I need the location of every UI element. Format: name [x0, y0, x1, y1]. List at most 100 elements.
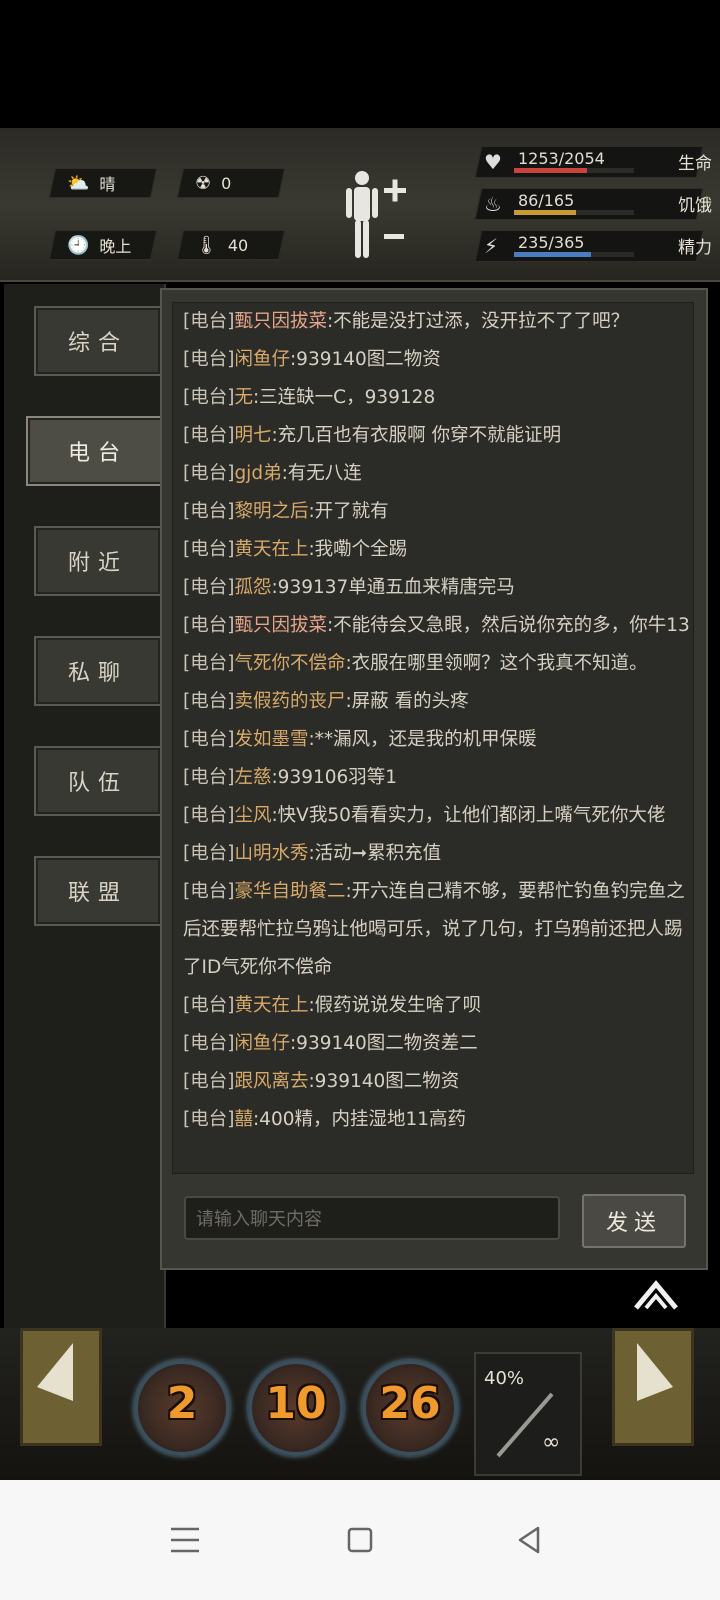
chat-message: [电台]山明水秀:活动➞累积充值: [173, 835, 693, 873]
weather-chip: ⛅ 晴: [48, 168, 158, 198]
tab-radio[interactable]: 电台: [26, 416, 170, 486]
tab-private[interactable]: 私聊: [34, 636, 162, 706]
status-bar: ⛅ 晴 ☢ 0 🕘 晚上 🌡 40 ♥ 1253/2054 生命 ♨ 86/16…: [0, 128, 720, 282]
message-text: :充几百也有衣服啊 你穿不就能证明: [271, 425, 562, 446]
skill-count: 2: [166, 1378, 198, 1429]
energy-icon: ⚡: [484, 234, 499, 258]
send-button[interactable]: 发送: [582, 1194, 686, 1248]
sender-name[interactable]: 山明水秀: [234, 843, 308, 864]
previous-page-button[interactable]: [20, 1328, 102, 1446]
collapse-chat-button[interactable]: [632, 1278, 680, 1312]
channel-tag: [电台]: [183, 1071, 235, 1092]
chat-input[interactable]: 请输入聊天内容: [184, 1196, 560, 1240]
chat-message: [电台]左慈:939106羽等1: [173, 759, 693, 797]
sender-name[interactable]: 孤怨: [234, 577, 271, 598]
time-chip: 🕘 晚上: [48, 230, 158, 260]
sender-name[interactable]: 豪华自助餐二: [234, 881, 345, 902]
chat-panel: [电台]甄只因拔菜:不能是没打过添，没开拉不了了吧？ [电台]闲鱼仔:939140…: [160, 288, 708, 1270]
health-value: 1253/2054: [518, 149, 605, 168]
sender-name[interactable]: 气死你不偿命: [234, 653, 345, 674]
channel-tag: [电台]: [183, 501, 235, 522]
sender-name[interactable]: 黎明之后: [234, 501, 308, 522]
temperature-value: 40: [227, 235, 249, 255]
sender-name[interactable]: 无: [234, 387, 253, 408]
skill-count: 10: [265, 1378, 327, 1429]
system-navigation-bar: [0, 1480, 720, 1600]
channel-tag: [电台]: [183, 995, 235, 1016]
body-figure-icon: [346, 171, 406, 258]
sender-name[interactable]: 甄只因拔菜: [234, 615, 327, 636]
message-text: :三连缺一C，939128: [252, 387, 436, 408]
sender-name[interactable]: 黄天在上: [234, 539, 308, 560]
message-text: :939140图二物资: [308, 1071, 460, 1092]
temperature-chip: 🌡 40: [176, 230, 286, 260]
chat-message: [电台]甄只因拔菜:不能待会又急眼，然后说你充的多，你牛13: [173, 607, 693, 645]
sender-name[interactable]: 卖假药的丧尸: [234, 691, 345, 712]
tab-team[interactable]: 队伍: [34, 746, 162, 816]
sender-name[interactable]: 左慈: [234, 767, 271, 788]
sender-name[interactable]: gjd弟: [234, 463, 281, 484]
channel-tag: [电台]: [183, 463, 235, 484]
weather-cloud-icon: ⛅: [67, 172, 90, 194]
channel-tag: [电台]: [183, 349, 235, 370]
health-bar: [514, 168, 588, 173]
chat-message: [电台]闲鱼仔:939140图二物资差二: [173, 1025, 693, 1063]
heart-icon: ♥: [484, 150, 502, 174]
message-text: :开了就有: [308, 501, 389, 522]
skill-slot-3[interactable]: 26: [362, 1360, 458, 1456]
skill-slot-1[interactable]: 2: [134, 1360, 230, 1456]
message-text: :有无八连: [281, 463, 362, 484]
channel-tag: [电台]: [183, 387, 235, 408]
sender-name[interactable]: 闲鱼仔: [234, 349, 290, 370]
weapon-ammo: ∞: [542, 1430, 561, 1455]
sender-name[interactable]: 甄只因拔菜: [234, 311, 327, 332]
message-text: :屏蔽 看的头疼: [345, 691, 469, 712]
sender-name[interactable]: 跟风离去: [234, 1071, 308, 1092]
tab-alliance[interactable]: 联盟: [34, 856, 162, 926]
health-stat: ♥ 1253/2054 生命: [474, 144, 714, 180]
chat-message: [电台]气死你不偿命:衣服在哪里领啊？这个我真不知道。: [173, 645, 693, 683]
chat-message: [电台]黄天在上:假药说说发生啥了呗: [173, 987, 693, 1025]
radiation-icon: ☢: [195, 172, 212, 194]
skill-slot-2[interactable]: 10: [248, 1360, 344, 1456]
hunger-bar: [514, 210, 577, 215]
menu-button[interactable]: [163, 1518, 207, 1562]
next-page-button[interactable]: [612, 1328, 694, 1446]
weapon-slot[interactable]: 40% ∞: [474, 1352, 582, 1476]
body-status-button[interactable]: [338, 168, 418, 264]
sender-name[interactable]: 闲鱼仔: [234, 1033, 290, 1054]
tab-nearby[interactable]: 附近: [34, 526, 162, 596]
channel-tag: [电台]: [183, 1033, 235, 1054]
message-text: :939140图二物资差二: [289, 1033, 478, 1054]
time-label: 晚上: [99, 237, 132, 256]
chat-message: [电台]黄天在上:我嘞个全踢: [173, 531, 693, 569]
hunger-value: 86/165: [518, 191, 575, 210]
message-text: :939137单通五血来精唐完马: [271, 577, 515, 598]
sender-name[interactable]: 黄天在上: [234, 995, 308, 1016]
channel-tag: [电台]: [183, 577, 235, 598]
sender-name[interactable]: 囍: [234, 1109, 253, 1130]
chat-message-list[interactable]: [电台]甄只因拔菜:不能是没打过添，没开拉不了了吧？ [电台]闲鱼仔:939140…: [172, 302, 694, 1174]
hunger-stat: ♨ 86/165 饥饿: [474, 186, 714, 222]
chat-message: [电台]甄只因拔菜:不能是没打过添，没开拉不了了吧？: [173, 303, 693, 341]
energy-stat: ⚡ 235/365 精力: [474, 228, 714, 264]
sender-name[interactable]: 尘风: [234, 805, 271, 826]
sender-name[interactable]: 明七: [234, 425, 271, 446]
channel-tag: [电台]: [183, 539, 235, 560]
back-button[interactable]: [508, 1518, 552, 1562]
chat-message: [电台]黎明之后:开了就有: [173, 493, 693, 531]
home-button[interactable]: [338, 1518, 382, 1562]
triangle-back-icon: [518, 1526, 540, 1554]
message-text: :**漏风，还是我的机甲保暖: [308, 729, 537, 750]
channel-tag: [电台]: [183, 843, 235, 864]
message-text: :活动➞累积充值: [308, 843, 442, 864]
clock-icon: 🕘: [67, 234, 90, 256]
message-text: :939106羽等1: [271, 767, 398, 788]
action-bar: 2 10 26: [0, 1328, 720, 1480]
energy-label: 精力: [678, 238, 712, 258]
tab-general[interactable]: 综合: [34, 306, 162, 376]
chevron-up-icon: [634, 1280, 678, 1310]
chat-message: [电台]gjd弟:有无八连: [173, 455, 693, 493]
sender-name[interactable]: 发如墨雪: [234, 729, 308, 750]
chat-message: [电台]无:三连缺一C，939128: [173, 379, 693, 417]
